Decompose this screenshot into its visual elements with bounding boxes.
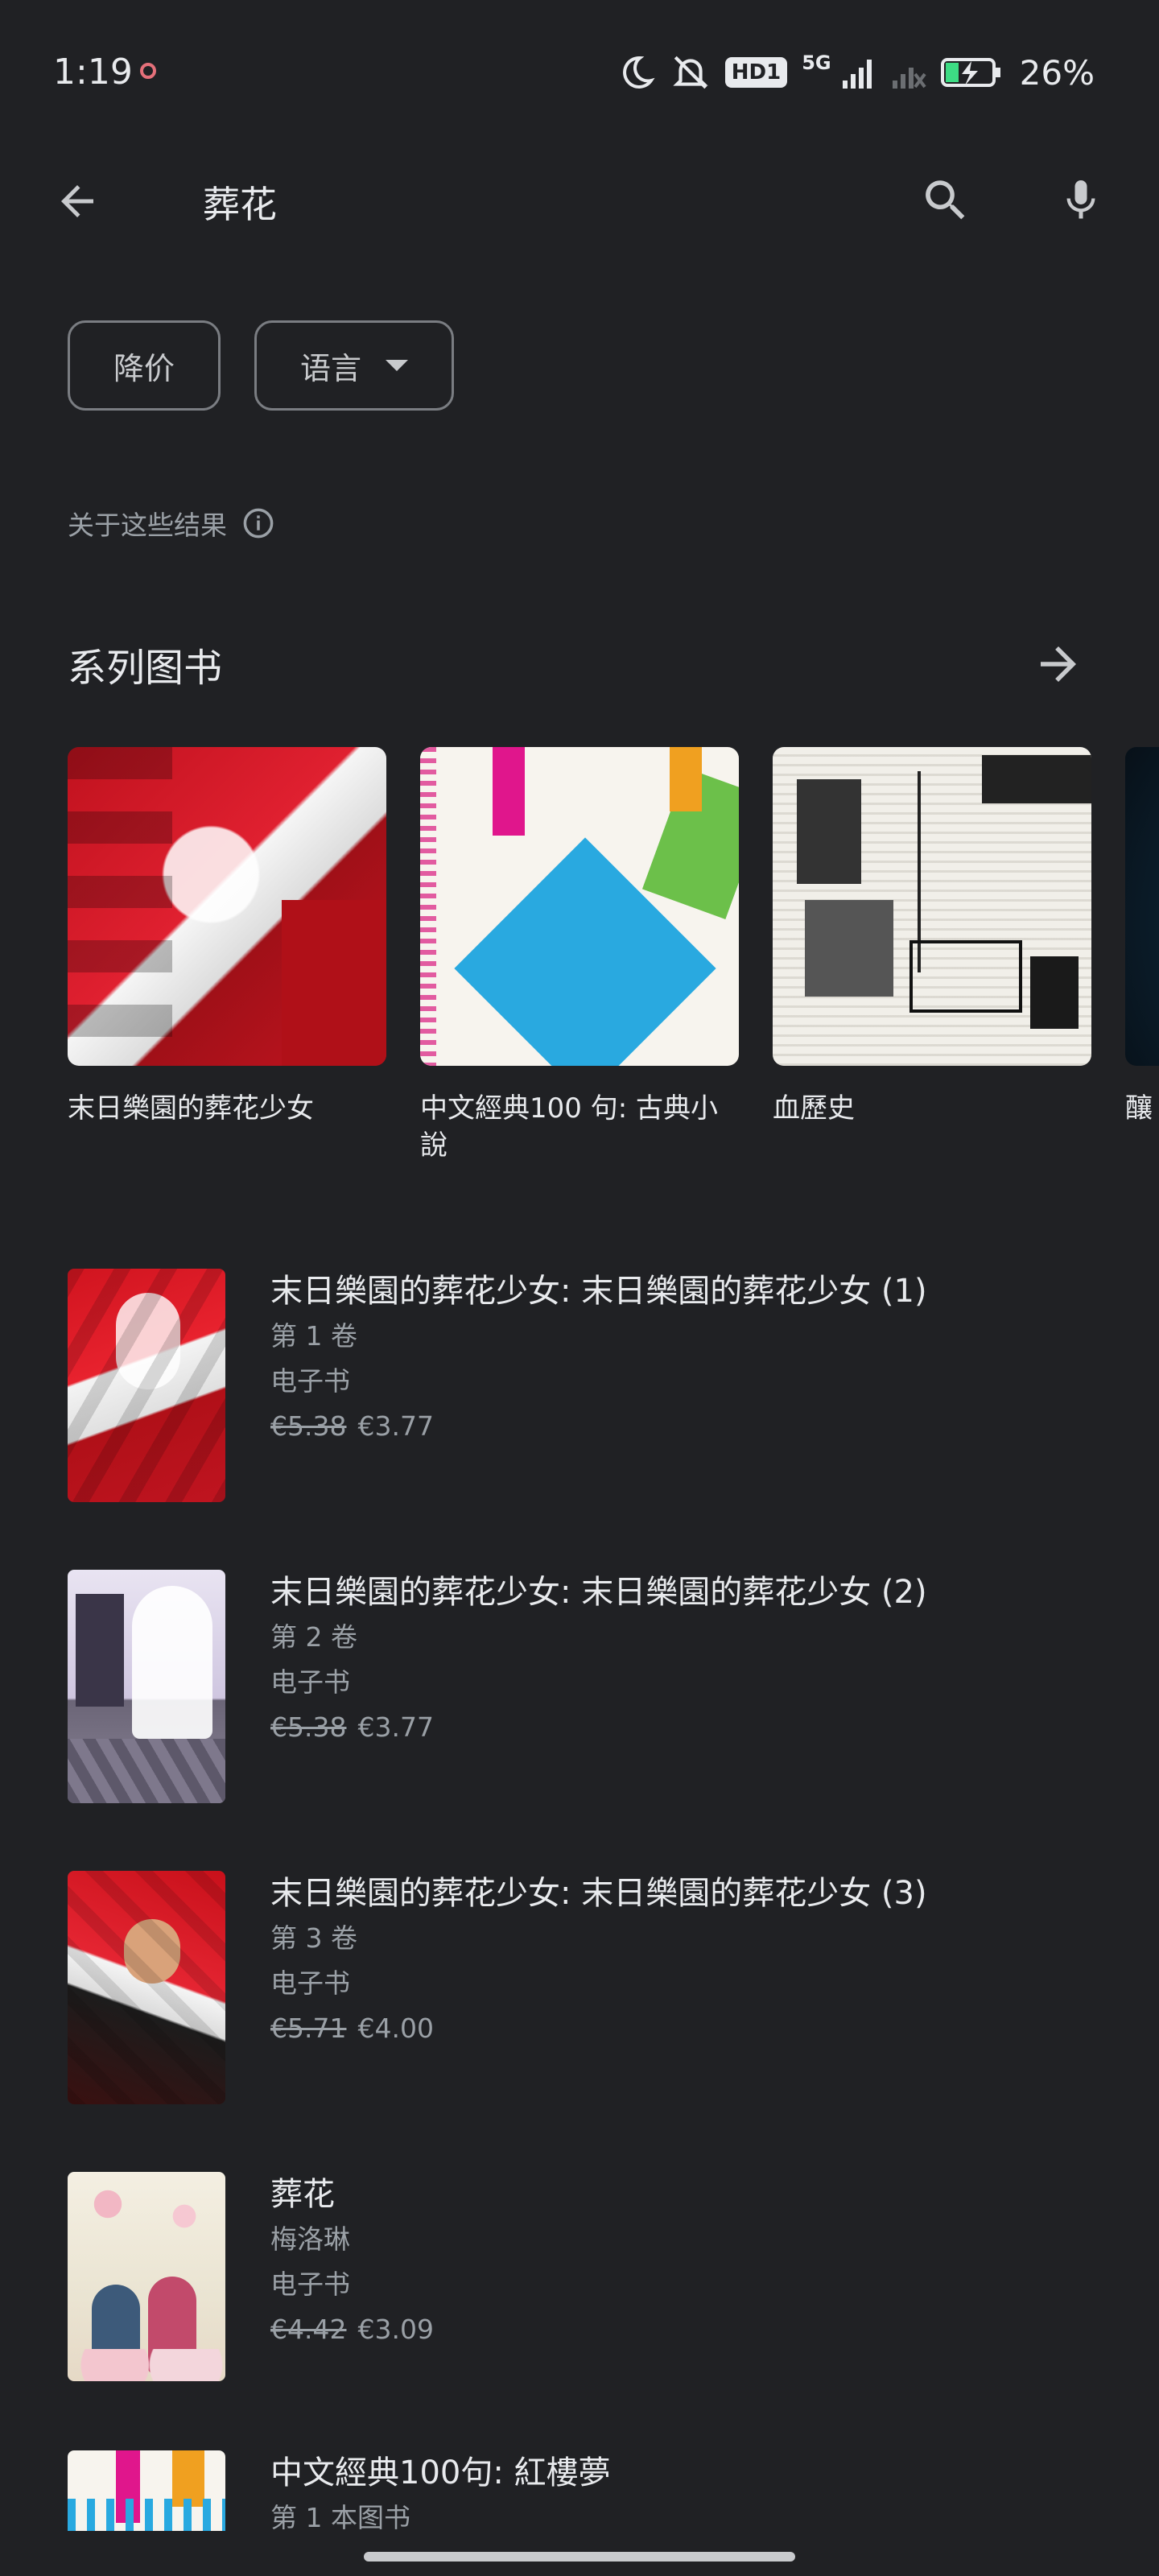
filter-chip-language[interactable]: 语言 [254,320,455,411]
back-button[interactable] [45,169,109,233]
book-info: 末日樂園的葬花少女: 末日樂園的葬花少女 (1) 第 1 卷 电子书 €5.38… [270,1269,1116,1449]
search-icon [926,180,965,220]
voice-search-button[interactable] [1045,164,1117,237]
book-info: 葬花 梅洛琳 电子书 €4.42 €3.09 [270,2172,1116,2352]
book-sale-price: €3.77 [357,1711,434,1743]
about-results-link[interactable]: 关于这些结果 [68,504,275,543]
signal-2-icon [892,68,926,89]
book-cover-image [68,2172,225,2381]
book-title: 末日樂園的葬花少女: 末日樂園的葬花少女 (2) [270,1574,927,1611]
series-carousel[interactable]: 末日樂園的葬花少女 中文經典100 句: 古典小說 血歷史 釀 [68,747,1159,1182]
home-indicator[interactable] [364,2552,795,2562]
about-results-label: 关于这些结果 [68,510,227,541]
book-title: 中文經典100句: 紅樓夢 [270,2454,611,2491]
book-volume: 第 2 卷 [270,1621,357,1653]
book-author: 梅洛琳 [270,2223,350,2255]
book-old-price: €5.38 [270,1711,347,1743]
status-time: 1:19 [53,52,133,93]
book-old-price: €4.42 [270,2314,347,2345]
book-title: 末日樂園的葬花少女: 末日樂園的葬花少女 (3) [270,1875,927,1912]
book-format: 电子书 [270,1666,350,1698]
series-cover-image [68,747,386,1066]
book-old-price: €5.38 [270,1410,347,1442]
series-card[interactable]: 血歷史 [773,747,1091,1127]
book-volume: 第 1 卷 [270,1320,357,1352]
list-item-book[interactable]: 末日樂園的葬花少女: 末日樂園的葬花少女 (1) 第 1 卷 电子书 €5.38… [0,1269,1159,1534]
book-format: 电子书 [270,1365,350,1397]
mute-icon [673,56,708,89]
book-info: 末日樂園的葬花少女: 末日樂園的葬花少女 (2) 第 2 卷 电子书 €5.38… [270,1570,1116,1750]
search-button[interactable] [909,164,982,237]
status-icons: HD1 5G 26% [617,48,1095,97]
network-type: 5G [802,52,831,74]
list-item-book[interactable]: 葬花 梅洛琳 电子书 €4.42 €3.09 [0,2172,1159,2438]
list-item-book[interactable]: 末日樂園的葬花少女: 末日樂園的葬花少女 (3) 第 3 卷 电子书 €5.71… [0,1871,1159,2136]
series-card[interactable]: 中文經典100 句: 古典小說 [420,747,739,1164]
chip-label: 语言 [300,350,362,386]
series-card-label: 血歷史 [773,1092,855,1125]
book-price: €5.71 €4.00 [270,2006,1116,2051]
search-input[interactable]: 葬花 [203,175,277,229]
series-card-label: 末日樂園的葬花少女 [68,1092,314,1125]
series-cover-image [1125,747,1159,1066]
book-title: 葬花 [270,2176,335,2213]
book-old-price: €5.71 [270,2013,347,2044]
book-volume: 第 1 本图书 [270,2502,410,2531]
list-item-book[interactable]: 中文經典100句: 紅樓夢 第 1 本图书 [0,2450,1159,2531]
book-cover-image [68,2450,225,2531]
info-icon [243,508,274,539]
book-cover-image [68,1871,225,2104]
book-info: 末日樂園的葬花少女: 末日樂園的葬花少女 (3) 第 3 卷 电子书 €5.71… [270,1871,1116,2051]
chip-label: 降价 [113,350,175,386]
series-section-title: 系列图书 [68,646,223,691]
battery-charging-icon [940,58,1000,87]
series-card-label: 中文經典100 句: 古典小說 [420,1092,718,1162]
book-format: 电子书 [270,1967,350,1999]
series-card-label: 釀 [1125,1092,1153,1125]
book-title: 末日樂園的葬花少女: 末日樂園的葬花少女 (1) [270,1273,927,1310]
mic-icon [1066,180,1095,219]
notification-icon [140,63,156,79]
filter-chip-price-drop[interactable]: 降价 [68,320,221,411]
arrow-right-icon [1041,646,1076,682]
book-cover-image [68,1570,225,1803]
book-sale-price: €4.00 [357,2013,434,2044]
book-format: 电子书 [270,2268,350,2300]
book-price: €5.38 €3.77 [270,1705,1116,1750]
search-bar: 葬花 [0,145,1159,250]
series-card[interactable]: 釀 [1125,747,1159,1127]
book-cover-image [68,1269,225,1502]
hd-badge: HD1 [724,57,788,88]
list-item-book[interactable]: 末日樂園的葬花少女: 末日樂園的葬花少女 (2) 第 2 卷 电子书 €5.38… [0,1570,1159,1835]
book-sale-price: €3.09 [357,2314,434,2345]
book-sale-price: €3.77 [357,1410,434,1442]
book-info: 中文經典100句: 紅樓夢 第 1 本图书 [270,2450,1116,2531]
caret-down-icon [386,360,409,371]
back-arrow-icon [61,185,93,217]
series-cover-image [773,747,1091,1066]
series-card[interactable]: 末日樂園的葬花少女 [68,747,386,1127]
signal-icon [842,60,872,89]
filter-chips: 降价 语言 [68,320,455,411]
book-price: €5.38 €3.77 [270,1404,1116,1449]
status-bar: 1:19 HD1 5G 26% [0,0,1159,145]
book-volume: 第 3 卷 [270,1922,357,1954]
battery-percent: 26% [1019,52,1095,93]
book-price: €4.42 €3.09 [270,2307,1116,2352]
moon-icon [622,56,655,89]
series-more-button[interactable] [1022,628,1095,700]
series-cover-image [420,747,739,1066]
